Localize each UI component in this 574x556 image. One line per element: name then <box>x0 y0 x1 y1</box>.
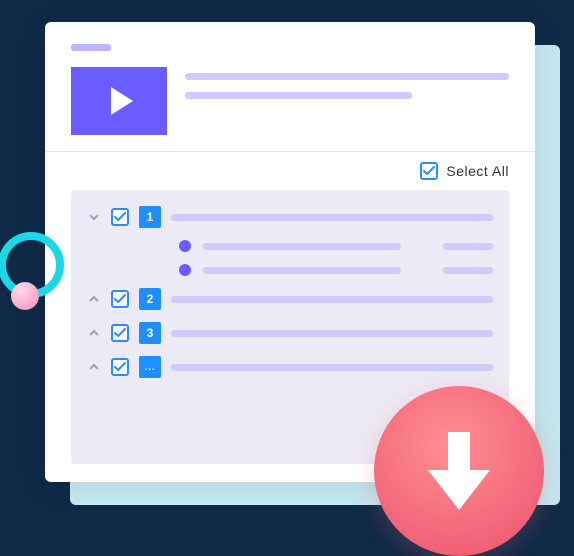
item-checkbox[interactable] <box>111 358 129 376</box>
play-icon <box>111 87 133 115</box>
download-arrow-icon <box>424 426 494 516</box>
placeholder-line <box>185 73 509 80</box>
placeholder-line <box>171 330 493 337</box>
check-icon <box>114 212 126 222</box>
list-item[interactable]: 3 <box>87 322 493 344</box>
divider <box>45 151 535 152</box>
sub-item[interactable] <box>179 264 493 276</box>
header-placeholder <box>71 44 111 51</box>
decorative-dot <box>11 282 39 310</box>
check-icon <box>423 166 435 176</box>
check-icon <box>114 362 126 372</box>
bullet-icon <box>179 264 191 276</box>
item-number-badge: 1 <box>139 206 161 228</box>
hero-text-placeholder <box>185 67 509 111</box>
chevron-down-icon[interactable] <box>87 210 101 224</box>
item-checkbox[interactable] <box>111 324 129 342</box>
video-thumbnail[interactable] <box>71 67 167 135</box>
hero-section <box>71 67 509 135</box>
select-all-checkbox[interactable] <box>420 162 438 180</box>
chevron-up-icon[interactable] <box>87 326 101 340</box>
chevron-up-icon[interactable] <box>87 360 101 374</box>
placeholder-line <box>203 243 401 250</box>
sub-items <box>179 240 493 276</box>
placeholder-line <box>443 243 493 250</box>
bullet-icon <box>179 240 191 252</box>
sub-item[interactable] <box>179 240 493 252</box>
list-item[interactable]: 1 <box>87 206 493 228</box>
check-icon <box>114 294 126 304</box>
placeholder-line <box>171 296 493 303</box>
select-all-row: Select All <box>71 162 509 180</box>
placeholder-line <box>203 267 401 274</box>
check-icon <box>114 328 126 338</box>
list-item[interactable]: 2 <box>87 288 493 310</box>
placeholder-line <box>171 364 493 371</box>
item-number-badge: 3 <box>139 322 161 344</box>
item-number-badge: 2 <box>139 288 161 310</box>
placeholder-line <box>185 92 412 99</box>
chevron-up-icon[interactable] <box>87 292 101 306</box>
item-checkbox[interactable] <box>111 208 129 226</box>
download-button[interactable] <box>374 386 544 556</box>
list-item[interactable]: ... <box>87 356 493 378</box>
placeholder-line <box>171 214 493 221</box>
item-checkbox[interactable] <box>111 290 129 308</box>
item-number-badge: ... <box>139 356 161 378</box>
select-all-label[interactable]: Select All <box>446 163 509 179</box>
placeholder-line <box>443 267 493 274</box>
